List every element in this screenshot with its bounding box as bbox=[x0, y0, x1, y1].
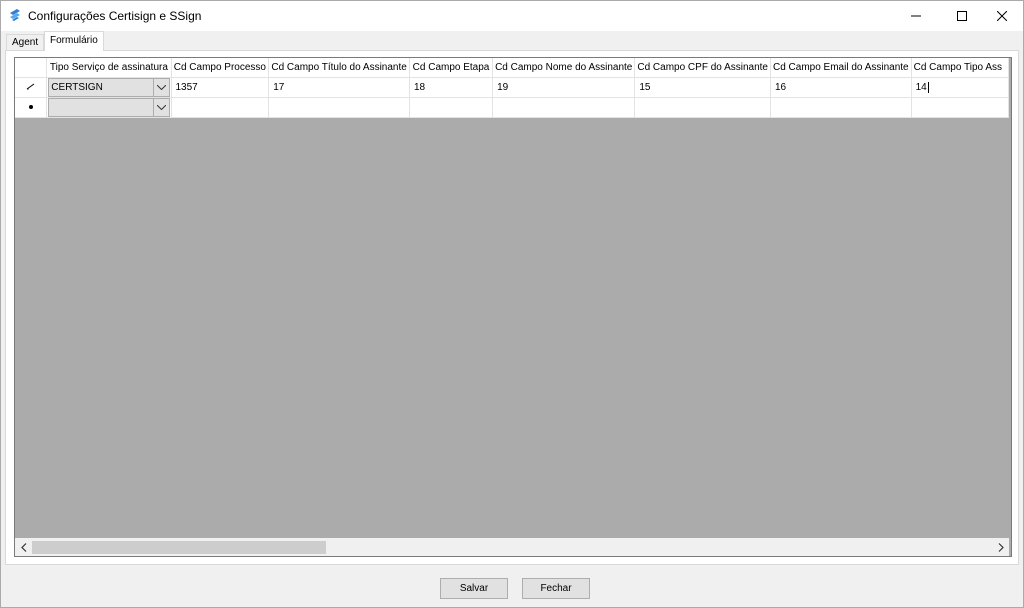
tab-strip: Agent Formulário bbox=[3, 31, 1021, 51]
data-grid[interactable]: Tipo Serviço de assinatura Cd Campo Proc… bbox=[14, 57, 1012, 557]
close-icon bbox=[997, 11, 1007, 21]
cell-tipo-servico-new[interactable] bbox=[46, 97, 172, 118]
cell-titulo[interactable]: 17 bbox=[268, 77, 410, 98]
table-row-new bbox=[15, 97, 1009, 118]
header-row: Tipo Serviço de assinatura Cd Campo Proc… bbox=[15, 58, 1009, 78]
scroll-left-button[interactable] bbox=[15, 539, 32, 556]
cell-titulo-new[interactable] bbox=[268, 97, 410, 118]
column-header-etapa[interactable]: Cd Campo Etapa bbox=[409, 58, 494, 78]
column-header-email[interactable]: Cd Campo Email do Assinante bbox=[770, 58, 912, 78]
cell-processo-new[interactable] bbox=[171, 97, 270, 118]
tipo-servico-combobox-new[interactable] bbox=[48, 98, 170, 117]
cell-tipo-servico[interactable]: CERTSIGN bbox=[46, 77, 172, 98]
tab-panel-formulario: Tipo Serviço de assinatura Cd Campo Proc… bbox=[5, 50, 1019, 565]
cell-etapa[interactable]: 18 bbox=[409, 77, 494, 98]
column-header-processo[interactable]: Cd Campo Processo bbox=[171, 58, 270, 78]
cell-processo[interactable]: 1357 bbox=[171, 77, 270, 98]
cell-nome-new[interactable] bbox=[492, 97, 636, 118]
column-header-titulo[interactable]: Cd Campo Título do Assinante bbox=[268, 58, 410, 78]
corner-header bbox=[15, 58, 48, 78]
cell-cpf-new[interactable] bbox=[634, 97, 771, 118]
cell-tipo-ass-new[interactable] bbox=[911, 97, 1009, 118]
cell-cpf[interactable]: 15 bbox=[634, 77, 771, 98]
scrollbar-thumb[interactable] bbox=[32, 541, 326, 554]
cell-etapa-new[interactable] bbox=[409, 97, 494, 118]
close-button[interactable] bbox=[979, 1, 1024, 31]
chevron-left-icon bbox=[20, 543, 26, 552]
minimize-button[interactable] bbox=[893, 1, 939, 31]
cell-tipo-ass-value: 14 bbox=[915, 82, 927, 94]
new-row-icon bbox=[28, 105, 33, 109]
tab-formulario[interactable]: Formulário bbox=[44, 31, 104, 51]
cell-nome[interactable]: 19 bbox=[492, 77, 636, 98]
chevron-down-icon[interactable] bbox=[152, 99, 169, 116]
combobox-value: CERTSIGN bbox=[51, 82, 103, 93]
grid-table: Tipo Serviço de assinatura Cd Campo Proc… bbox=[15, 58, 1009, 118]
main-window: Configurações Certisign e SSign Agent Fo… bbox=[0, 0, 1024, 608]
tipo-servico-combobox[interactable]: CERTSIGN bbox=[48, 78, 170, 97]
column-header-tipo-ass[interactable]: Cd Campo Tipo Ass bbox=[911, 58, 1009, 78]
tab-agent[interactable]: Agent bbox=[6, 34, 45, 51]
window-title: Configurações Certisign e SSign bbox=[28, 9, 202, 23]
column-header-nome[interactable]: Cd Campo Nome do Assinante bbox=[492, 58, 636, 78]
column-header-tipo-servico[interactable]: Tipo Serviço de assinatura bbox=[46, 58, 172, 78]
chevron-right-icon bbox=[998, 543, 1004, 552]
text-caret bbox=[927, 81, 929, 93]
chevron-down-icon[interactable] bbox=[152, 79, 169, 96]
scroll-right-button[interactable] bbox=[992, 539, 1009, 556]
row-header-new[interactable] bbox=[15, 97, 48, 118]
cell-tipo-ass-editing[interactable]: 14 bbox=[911, 77, 1009, 98]
cell-email-new[interactable] bbox=[770, 97, 912, 118]
cell-email[interactable]: 16 bbox=[770, 77, 912, 98]
close-form-button[interactable]: Fechar bbox=[522, 578, 590, 599]
save-button[interactable]: Salvar bbox=[440, 578, 508, 599]
grid-viewport: Tipo Serviço de assinatura Cd Campo Proc… bbox=[15, 58, 1009, 538]
horizontal-scrollbar[interactable] bbox=[15, 538, 1009, 556]
minimize-icon bbox=[911, 15, 921, 17]
table-row: CERTSIGN 1357 17 18 19 15 16 14 bbox=[15, 77, 1009, 98]
title-bar: Configurações Certisign e SSign bbox=[1, 1, 1023, 31]
column-header-cpf[interactable]: Cd Campo CPF do Assinante bbox=[634, 58, 771, 78]
edit-pencil-icon bbox=[26, 83, 34, 90]
row-header-editing[interactable] bbox=[15, 77, 48, 98]
maximize-icon bbox=[957, 11, 967, 21]
app-logo-icon bbox=[8, 8, 22, 22]
